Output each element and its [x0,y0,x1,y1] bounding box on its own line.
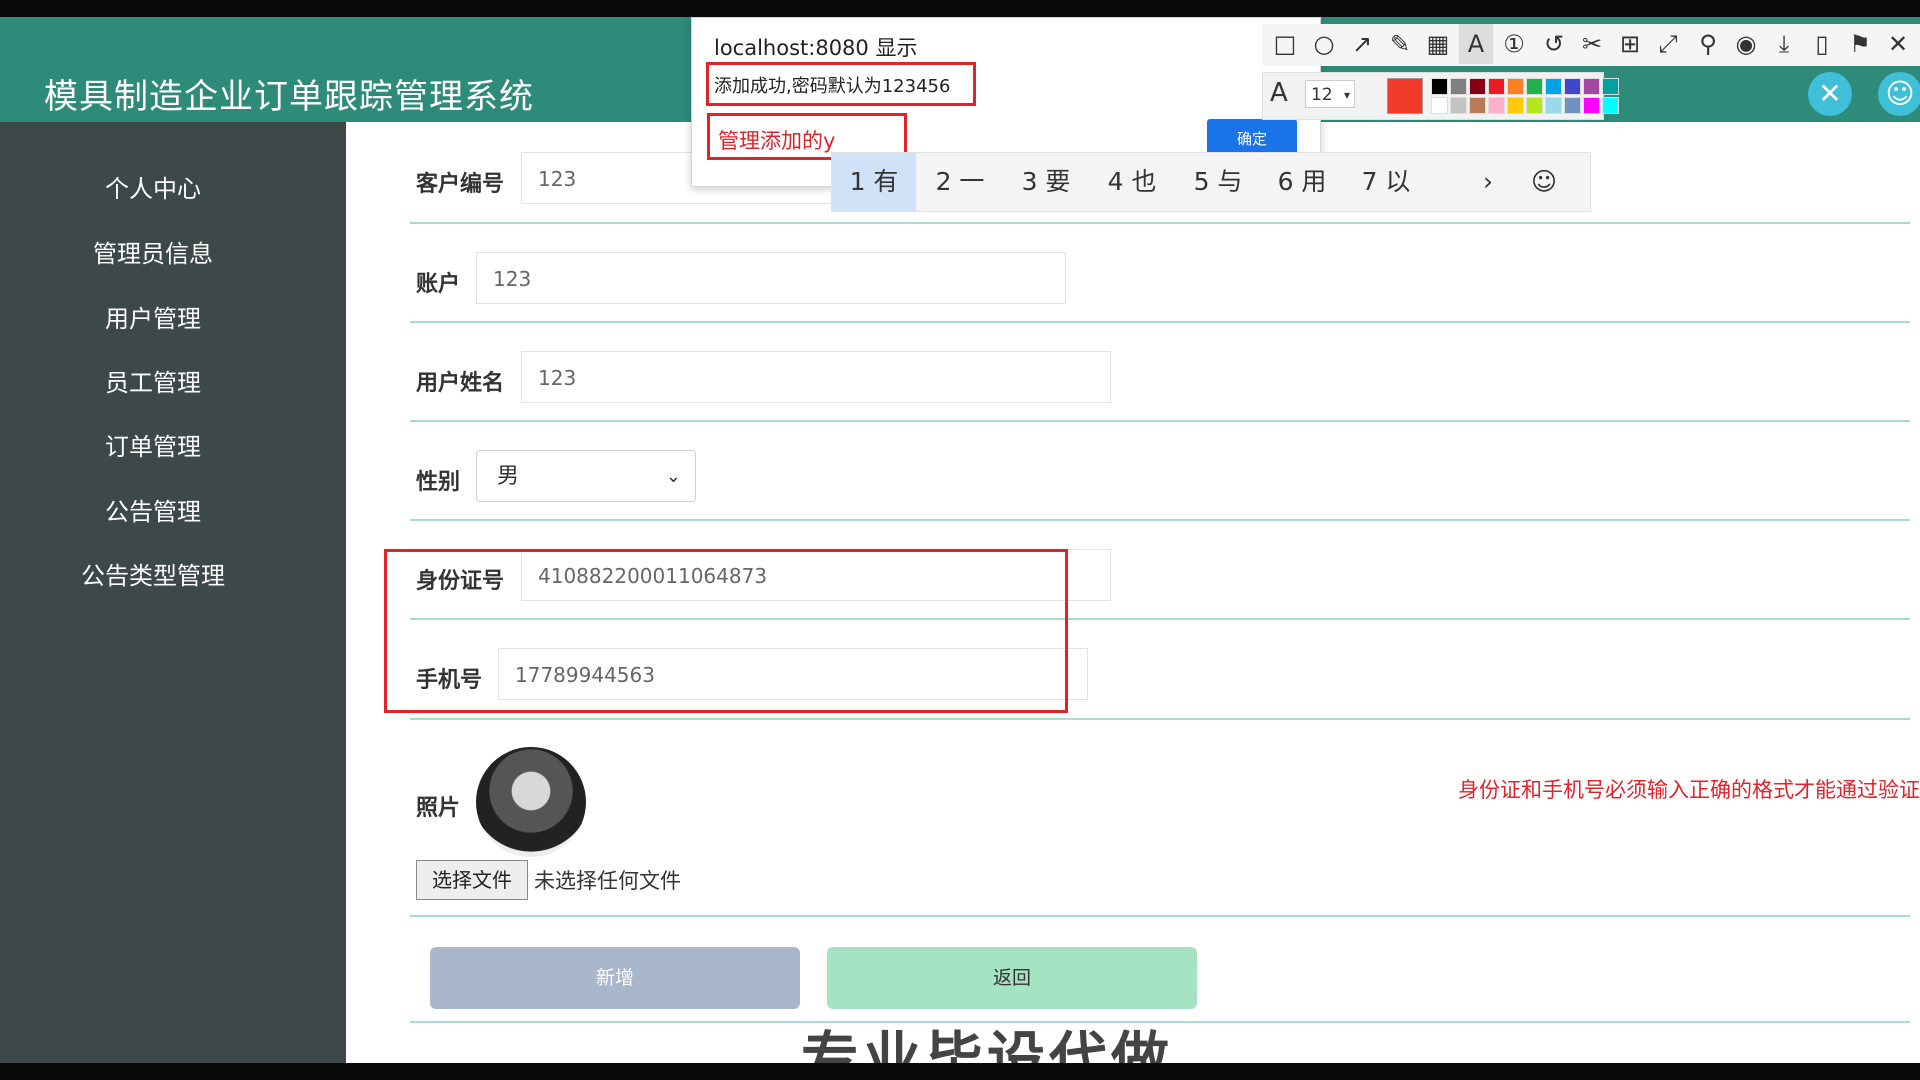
account-label: 账户 [416,272,461,297]
gender-label: 性别 [416,470,461,495]
font-size-value: 12 [1311,85,1333,105]
crop-icon[interactable]: ✂ [1575,24,1609,64]
color-swatch[interactable] [1469,78,1486,95]
main-form: 客户编号 123 账户 123 用户姓名 123 性别 男 ⌄ 身份证号 410… [346,122,1920,1063]
ime-candidate[interactable]: 1 有 [832,153,916,211]
ime-candidate[interactable]: 6 用 [1260,153,1344,211]
chevron-down-icon: ⌄ [665,466,681,487]
color-swatch[interactable] [1431,78,1448,95]
color-swatch[interactable] [1564,78,1581,95]
arrow-tool-icon[interactable]: ↗ [1345,24,1379,64]
color-swatch[interactable] [1602,78,1619,95]
color-swatch[interactable] [1564,97,1581,114]
color-swatch[interactable] [1431,97,1448,114]
file-status: 未选择任何文件 [534,869,681,893]
chevron-down-icon: ▾ [1343,88,1350,102]
text-tool-icon[interactable]: A [1459,24,1493,64]
highlight-box [384,549,1068,713]
rectangle-tool-icon[interactable]: □ [1268,24,1302,64]
color-swatch[interactable] [1526,97,1543,114]
ime-candidate[interactable]: 5 与 [1176,153,1260,211]
color-swatch[interactable] [1488,97,1505,114]
sidebar-item-notice-type-management[interactable]: 公告类型管理 [0,556,306,591]
validation-note: 身份证和手机号必须输入正确的格式才能通过验证 [1458,778,1920,802]
color-swatch[interactable] [1583,97,1600,114]
bookmark-icon[interactable]: ⚑ [1843,24,1877,64]
sidebar-item-order-management[interactable]: 订单管理 [0,427,306,462]
sidebar: 个人中心 管理员信息 用户管理 员工管理 订单管理 公告管理 公告类型管理 [0,122,346,1063]
copy-icon[interactable]: ▯ [1805,24,1839,64]
color-swatch[interactable] [1545,97,1562,114]
app-title: 模具制造企业订单跟踪管理系统 [44,77,534,117]
close-toolbar-icon[interactable]: ✕ [1881,24,1915,64]
dialog-message: 添加成功,密码默认为123456 [714,76,951,97]
number-tool-icon[interactable]: ① [1497,24,1531,64]
font-size-icon: A [1270,78,1288,108]
choose-file-button[interactable]: 选择文件 [416,860,528,900]
annotation-text[interactable]: 管理添加的y [718,125,835,155]
ime-candidate[interactable]: 4 也 [1090,153,1174,211]
record-icon[interactable]: ◉ [1729,24,1763,64]
color-swatch[interactable] [1450,97,1467,114]
color-swatch[interactable] [1507,78,1524,95]
color-swatch[interactable] [1450,78,1467,95]
translate-icon[interactable]: ⊞ [1613,24,1647,64]
ellipse-tool-icon[interactable]: ○ [1307,24,1341,64]
font-size-select[interactable]: 12 ▾ [1305,80,1355,108]
add-button[interactable]: 新增 [430,947,800,1009]
ime-candidate-bar: 1 有 2 一 3 要 4 也 5 与 6 用 7 以 › ☺ [831,152,1591,212]
sidebar-item-personal-center[interactable]: 个人中心 [0,169,306,204]
ime-emoji-icon[interactable]: ☺ [1522,153,1566,211]
download-icon[interactable]: ⤓ [1767,24,1801,64]
sidebar-item-employee-management[interactable]: 员工管理 [0,363,306,398]
account-input[interactable]: 123 [476,252,1066,304]
gender-value: 男 [497,464,520,489]
color-swatch[interactable] [1602,97,1619,114]
gender-select[interactable]: 男 ⌄ [476,450,696,502]
pin-icon[interactable]: ⚲ [1691,24,1725,64]
username-input[interactable]: 123 [521,351,1111,403]
dialog-origin: localhost:8080 显示 [714,36,918,60]
color-swatch[interactable] [1469,97,1486,114]
color-swatch[interactable] [1583,78,1600,95]
ime-next-icon[interactable]: › [1468,153,1508,211]
ime-candidate[interactable]: 7 以 [1344,153,1428,211]
ime-candidate[interactable]: 3 要 [1004,153,1088,211]
ime-candidate[interactable]: 2 一 [920,153,1000,211]
color-swatch[interactable] [1507,97,1524,114]
expand-icon[interactable]: ⤢ [1651,24,1685,64]
customer-no-label: 客户编号 [416,172,505,197]
color-swatch[interactable] [1545,78,1562,95]
watermark-text: 专业毕设代做 [801,1025,1174,1063]
avatar [476,747,586,857]
close-icon[interactable]: ✕ [1808,72,1852,116]
color-swatch[interactable] [1526,78,1543,95]
back-button[interactable]: 返回 [827,947,1197,1009]
mosaic-tool-icon[interactable]: ▦ [1421,24,1455,64]
user-icon[interactable]: ☺ [1878,72,1920,116]
pen-tool-icon[interactable]: ✎ [1383,24,1417,64]
undo-icon[interactable]: ↺ [1537,24,1571,64]
sidebar-item-user-management[interactable]: 用户管理 [0,299,306,334]
current-color-swatch[interactable] [1387,78,1423,114]
username-label: 用户姓名 [416,371,505,396]
sidebar-item-admin-info[interactable]: 管理员信息 [0,234,306,269]
photo-label: 照片 [416,796,461,821]
sidebar-item-notice-management[interactable]: 公告管理 [0,492,306,527]
color-swatch[interactable] [1488,78,1505,95]
